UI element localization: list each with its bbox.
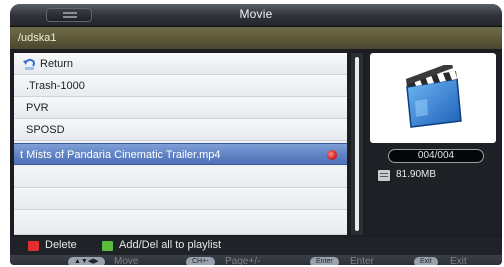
list-item-label: SPOSD <box>26 124 65 136</box>
list-item-label: PVR <box>26 102 49 114</box>
red-button-icon <box>28 241 39 251</box>
file-size: 81.90MB <box>396 169 437 180</box>
marked-icon <box>327 150 337 160</box>
preview-thumbnail <box>370 53 496 143</box>
key-bar: ▲▼◀▶ Move CH+- Page+/- Enter Enter Exit … <box>10 255 502 265</box>
list-item-selected-file[interactable]: t Mists of Pandaria Cinematic Trailer.mp… <box>14 143 347 165</box>
move-key[interactable]: ▲▼◀▶ <box>68 257 105 265</box>
file-counter: 004/004 <box>388 149 484 163</box>
file-list: Return .Trash-1000 PVR SPOSD t Mists of … <box>14 53 347 235</box>
list-item-empty <box>14 188 347 210</box>
scrollbar[interactable] <box>351 53 363 235</box>
exit-key[interactable]: Exit <box>414 257 438 265</box>
title-bar: Movie <box>10 4 502 27</box>
delete-hint-label: Delete <box>45 239 77 251</box>
list-item-label: t Mists of Pandaria Cinematic Trailer.mp… <box>20 149 221 161</box>
current-path: /udska1 <box>18 32 57 44</box>
list-item-label: .Trash-1000 <box>26 80 85 92</box>
green-button-icon <box>102 241 113 251</box>
list-item-pvr[interactable]: PVR <box>14 97 347 119</box>
list-item-empty <box>14 166 347 188</box>
playlist-hint-label: Add/Del all to playlist <box>119 239 222 251</box>
enter-key-label: Enter <box>350 256 374 265</box>
list-item-label: Return <box>40 58 74 70</box>
move-key-label: Move <box>114 256 139 265</box>
list-item-empty <box>14 210 347 235</box>
return-icon <box>23 58 35 70</box>
list-item-trash[interactable]: .Trash-1000 <box>14 75 347 97</box>
page-key-label: Page+/- <box>225 256 261 265</box>
page-title: Movie <box>239 7 273 21</box>
preview-panel: 004/004 81.90MB <box>366 53 500 235</box>
enter-key[interactable]: Enter <box>310 257 339 265</box>
path-bar: /udska1 <box>10 27 502 49</box>
list-item-sposd[interactable]: SPOSD <box>14 119 347 141</box>
media-player-screen: Movie /udska1 Return .Trash-1000 PVR SPO… <box>10 4 502 265</box>
exit-key-label: Exit <box>450 256 467 265</box>
file-info-icon <box>378 170 390 181</box>
clapperboard-icon <box>406 65 462 128</box>
scrollbar-track[interactable] <box>355 57 359 231</box>
page-key[interactable]: CH+- <box>186 257 215 265</box>
hint-bar: Delete Add/Del all to playlist <box>10 237 502 255</box>
list-item-return[interactable]: Return <box>14 53 347 75</box>
